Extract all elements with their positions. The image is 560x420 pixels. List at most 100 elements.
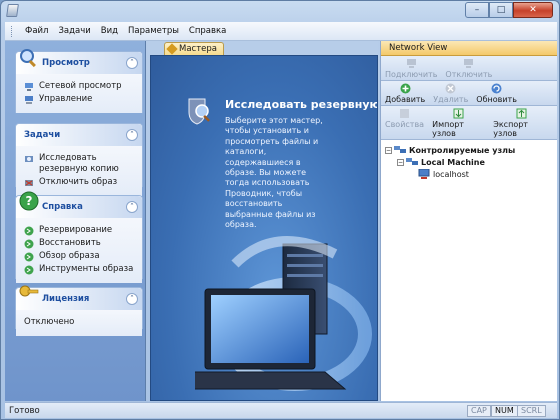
network-toolbar-1: Подключить Отключить [381, 56, 557, 81]
num-indicator: NUM [491, 405, 518, 417]
properties-label: Свойства [385, 120, 425, 129]
collapse-chevron-icon[interactable]: ˆ [126, 293, 138, 305]
section-view: Просмотр ˆ Сетевой просмотр Управление [15, 49, 143, 113]
tree-node-localhost[interactable]: localhost [385, 168, 553, 180]
license-status: Отключено [24, 317, 138, 328]
refresh-button[interactable]: Обновить [474, 83, 519, 104]
task-pane: Просмотр ˆ Сетевой просмотр Управление З… [5, 41, 146, 401]
tree-node-localhost-label: localhost [433, 169, 469, 179]
sidebar-item-image-tools[interactable]: Инструменты образа [24, 264, 138, 275]
menu-tasks[interactable]: Задачи [53, 26, 95, 36]
add-label: Добавить [385, 95, 426, 104]
section-license-title: Лицензия [42, 294, 90, 304]
toolbar-grip [11, 25, 14, 37]
tree-node-local-machine-label: Local Machine [421, 157, 485, 167]
tab-strip: Мастера [148, 41, 378, 56]
menu-bar: Файл Задачи Вид Параметры Справка [5, 22, 557, 41]
import-nodes-label: Импорт узлов [432, 120, 464, 138]
network-toolbar-2: Добавить Удалить Обновить [381, 81, 557, 106]
tree-collapse-icon[interactable]: − [397, 158, 404, 166]
status-text: Готово [9, 405, 40, 416]
properties-button[interactable]: Свойства [383, 108, 426, 138]
wizard-panel: Мастера Исследовать резервную Выберите э… [148, 41, 378, 401]
connect-icon [406, 59, 416, 68]
sidebar-item-backup[interactable]: Резервирование [24, 225, 138, 236]
menu-file[interactable]: Файл [20, 26, 53, 36]
collapse-chevron-icon[interactable]: ˆ [126, 129, 138, 141]
export-icon [516, 108, 527, 119]
computer-icon [418, 169, 430, 179]
sidebar-item-manage[interactable]: Управление [24, 94, 138, 105]
menu-options[interactable]: Параметры [123, 26, 184, 36]
menu-view[interactable]: Вид [96, 26, 123, 36]
help-icon: ? [19, 191, 39, 211]
svg-text:?: ? [26, 194, 33, 208]
section-tasks: Задачи ˆ Исследовать резервную копию Отк… [15, 123, 143, 196]
connect-button[interactable]: Подключить [383, 58, 439, 79]
arrow-bullet-icon [24, 239, 34, 249]
disconnect-button[interactable]: Отключить [443, 58, 494, 79]
laptop-server-illustration [195, 236, 372, 391]
app-icon [6, 4, 19, 17]
section-help-header[interactable]: ? Справка ˆ [16, 191, 142, 218]
delete-label: Удалить [433, 95, 469, 104]
tree-node-local-machine[interactable]: − Local Machine [385, 156, 553, 168]
section-tasks-header[interactable]: Задачи ˆ [16, 124, 142, 146]
scrl-indicator: SCRL [517, 405, 546, 417]
delete-button[interactable]: Удалить [431, 83, 470, 104]
tree-collapse-icon[interactable]: − [385, 146, 392, 154]
tab-wizards[interactable]: Мастера [164, 42, 225, 56]
arrow-bullet-icon [24, 226, 34, 236]
connect-label: Подключить [385, 70, 438, 79]
network-nodes-icon [406, 158, 418, 165]
maximize-button[interactable]: □ [489, 2, 513, 18]
sidebar-item-label: Исследовать резервную копию [39, 153, 119, 174]
export-nodes-button[interactable]: Экспорт узлов [491, 108, 551, 138]
add-button[interactable]: Добавить [383, 83, 427, 104]
minimize-button[interactable]: – [465, 2, 489, 18]
disconnect-label: Отключить [445, 70, 493, 79]
collapse-chevron-icon[interactable]: ˆ [126, 201, 138, 213]
tree-node-root[interactable]: − Контролируемые узлы [385, 144, 553, 156]
wizard-tab-icon [166, 43, 178, 55]
disconnect-icon [464, 59, 474, 68]
sidebar-item-explore-backup[interactable]: Исследовать резервную копию [24, 153, 138, 175]
import-icon [453, 108, 464, 119]
magnifier-icon [20, 49, 36, 68]
menu-help[interactable]: Справка [184, 26, 231, 36]
section-license-header[interactable]: Лицензия ˆ [16, 285, 142, 310]
key-icon [19, 285, 39, 297]
sidebar-item-detach-image[interactable]: Отключить образ [24, 177, 138, 188]
refresh-label: Обновить [476, 95, 517, 104]
collapse-chevron-icon[interactable]: ˆ [126, 57, 138, 69]
export-nodes-label: Экспорт узлов [493, 120, 528, 138]
sidebar-item-label: Инструменты образа [39, 264, 134, 274]
cap-indicator: CAP [467, 405, 491, 417]
wizard-description: Выберите этот мастер, чтобы установить и… [225, 116, 323, 230]
shield-magnifier-icon [188, 98, 210, 125]
node-tree: − Контролируемые узлы − Local Machine lo… [381, 140, 557, 184]
license-status-text: Отключено [24, 317, 75, 327]
section-view-title: Просмотр [42, 58, 90, 68]
arrow-bullet-icon [24, 265, 34, 275]
explore-icon [25, 156, 33, 162]
sidebar-item-label: Резервирование [39, 225, 113, 235]
sidebar-item-image-overview[interactable]: Обзор образа [24, 251, 138, 262]
sidebar-item-label: Сетевой просмотр [39, 81, 122, 91]
tree-node-root-label: Контролируемые узлы [409, 145, 516, 155]
add-icon [400, 83, 411, 94]
section-tasks-title: Задачи [24, 130, 61, 140]
sidebar-item-network-browse[interactable]: Сетевой просмотр [24, 81, 138, 92]
arrow-bullet-icon [24, 252, 34, 262]
close-button[interactable]: ✕ [513, 2, 553, 18]
refresh-icon [491, 83, 502, 94]
import-nodes-button[interactable]: Импорт узлов [430, 108, 487, 138]
section-help: ? Справка ˆ Резервирование Восстановить … [15, 191, 143, 283]
tab-wizards-label: Мастера [179, 44, 218, 54]
section-view-header[interactable]: Просмотр ˆ [16, 49, 142, 74]
network-icon [25, 83, 33, 91]
sidebar-item-restore[interactable]: Восстановить [24, 238, 138, 249]
wizard-title[interactable]: Исследовать резервную [225, 98, 377, 111]
title-bar: – □ ✕ [1, 1, 559, 21]
section-help-title: Справка [42, 202, 83, 212]
